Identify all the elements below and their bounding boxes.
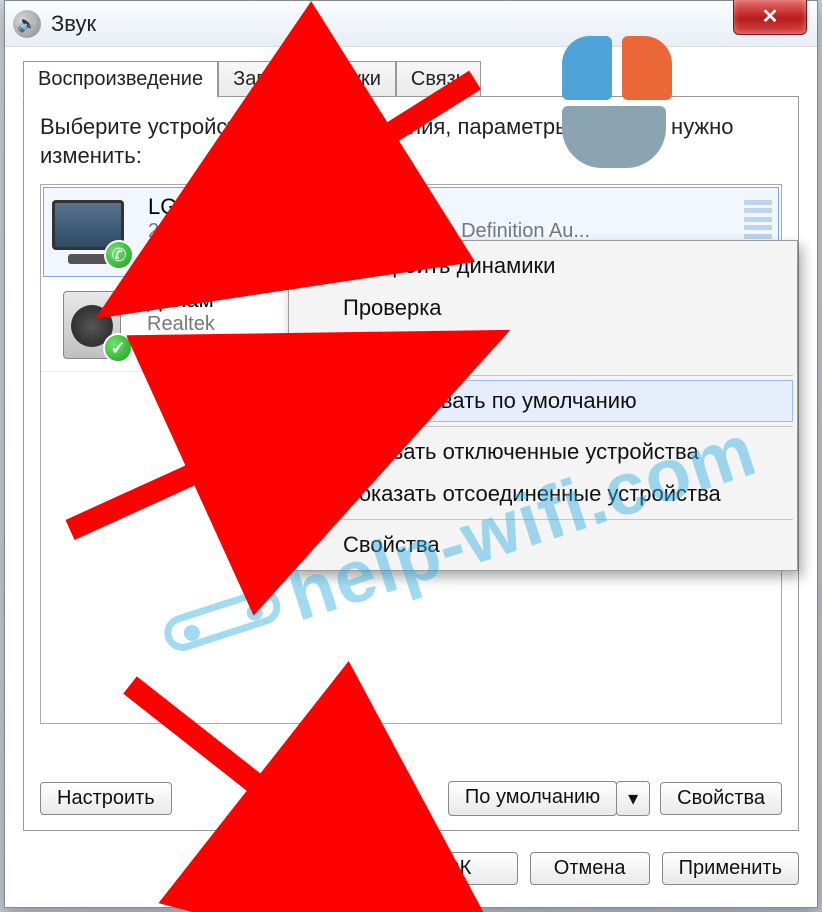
set-default-dropdown[interactable]: ▾ <box>616 781 650 816</box>
cm-show-disabled[interactable]: ✓ Показать отключенные устройства <box>291 431 795 473</box>
apply-button[interactable]: Применить <box>662 852 799 885</box>
cm-properties[interactable]: Свойства <box>291 524 795 566</box>
tab-strip: Воспроизведение Запись Звуки Связь <box>23 53 799 97</box>
cm-label: Показать отсоединенные устройства <box>343 481 721 506</box>
set-default-button[interactable]: По умолчанию <box>448 781 617 816</box>
device-context-menu: Настроить динамики Проверка Отключить Ис… <box>288 240 798 571</box>
device-name: LG TV <box>148 194 772 220</box>
status-default-icon <box>103 333 133 363</box>
tv-icon <box>50 194 134 270</box>
tab-playback[interactable]: Воспроизведение <box>23 61 218 98</box>
cm-disable[interactable]: Отключить <box>291 329 795 371</box>
tab-recording[interactable]: Запись <box>218 61 314 98</box>
set-default-split-button[interactable]: По умолчанию ▾ <box>448 781 650 816</box>
panel-button-row: Настроить По умолчанию ▾ Свойства <box>40 781 782 816</box>
cm-test[interactable]: Проверка <box>291 287 795 329</box>
checkmark-icon: ✓ <box>301 481 327 507</box>
mouse-logo-icon <box>562 36 672 166</box>
ok-button[interactable]: ОК <box>398 852 518 885</box>
status-phone-icon <box>104 240 134 270</box>
titlebar: 🔊 Звук ✕ <box>5 1 817 47</box>
cm-set-default[interactable]: Использовать по умолчанию <box>293 380 793 422</box>
cm-separator <box>331 426 793 427</box>
checkmark-icon: ✓ <box>301 439 327 465</box>
cm-label: Показать отключенные устройства <box>343 439 699 464</box>
cm-separator <box>331 519 793 520</box>
speaker-icon <box>49 287 133 363</box>
close-button[interactable]: ✕ <box>733 0 807 35</box>
cm-configure-speakers[interactable]: Настроить динамики <box>291 245 795 287</box>
tab-communications[interactable]: Связь <box>396 61 481 98</box>
dialog-button-row: ОК Отмена Применить <box>398 852 799 885</box>
cm-separator <box>331 375 793 376</box>
properties-button[interactable]: Свойства <box>660 782 782 815</box>
window-title: Звук <box>51 11 96 37</box>
chevron-down-icon: ▾ <box>628 786 638 811</box>
tab-sounds[interactable]: Звуки <box>314 61 396 98</box>
cm-show-disconnected[interactable]: ✓ Показать отсоединенные устройства <box>291 473 795 515</box>
configure-button[interactable]: Настроить <box>40 782 172 815</box>
cancel-button[interactable]: Отмена <box>530 852 650 885</box>
sound-icon: 🔊 <box>13 10 41 38</box>
